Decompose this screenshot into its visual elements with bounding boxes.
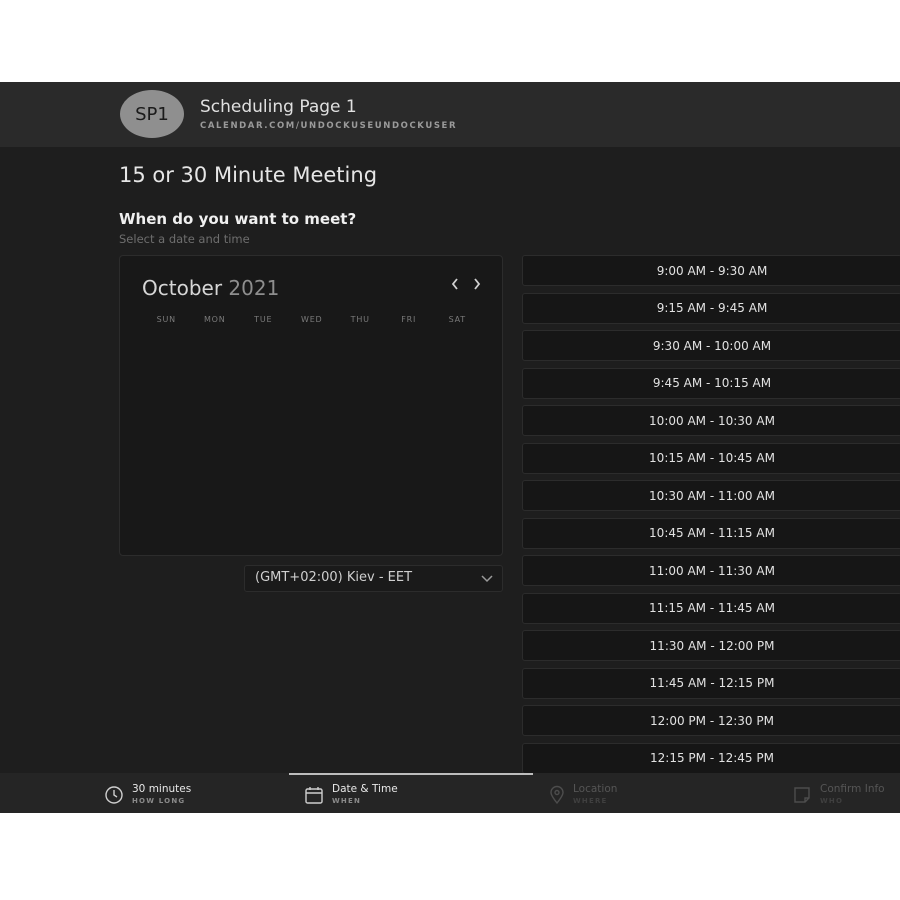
- weekday-label: WED: [300, 315, 323, 324]
- time-slot-button[interactable]: 10:30 AM - 11:00 AM: [522, 480, 900, 511]
- step-confirm-info[interactable]: Confirm Info WHO: [790, 773, 900, 813]
- step-navigation-bar: 30 minutes HOW LONG Date & Time WHEN Loc…: [0, 773, 900, 813]
- time-slot-button[interactable]: 10:45 AM - 11:15 AM: [522, 517, 900, 549]
- step-sublabel: HOW LONG: [132, 797, 186, 805]
- weekday-label: SUN: [156, 315, 176, 324]
- chevron-down-icon: [480, 572, 494, 586]
- scheduling-page-title: Scheduling Page 1: [200, 97, 357, 117]
- time-slot-button[interactable]: 11:45 AM - 12:15 PM: [522, 667, 900, 699]
- date-picker-calendar: October 2021 SUN MON TUE WED THU FRI SAT: [119, 255, 503, 556]
- time-slot-button[interactable]: 10:15 AM - 10:45 AM: [522, 442, 900, 474]
- weekday-header-row: SUN MON TUE WED THU FRI SAT: [142, 315, 482, 324]
- scheduling-page-url[interactable]: CALENDAR.COM/UNDOCKUSEUNDOCKUSER: [200, 121, 457, 131]
- weekday-label: TUE: [254, 315, 273, 324]
- weekday-label: FRI: [401, 315, 417, 324]
- time-slot-button[interactable]: 11:15 AM - 11:45 AM: [522, 592, 900, 624]
- timezone-value: (GMT+02:00) Kiev - EET: [255, 570, 413, 585]
- step-duration[interactable]: 30 minutes HOW LONG: [100, 773, 280, 813]
- chevron-right-icon[interactable]: [472, 276, 482, 295]
- step-sublabel: WHO: [820, 797, 844, 805]
- avatar: SP1: [120, 90, 184, 138]
- section-title: When do you want to meet?: [119, 210, 357, 228]
- time-slot-button[interactable]: 11:00 AM - 11:30 AM: [522, 555, 900, 586]
- step-location[interactable]: Location WHERE: [545, 773, 745, 813]
- step-label: 30 minutes: [132, 783, 192, 795]
- map-pin-icon: [547, 785, 567, 805]
- calendar-month-year: October 2021: [142, 276, 279, 300]
- chevron-left-icon[interactable]: [450, 276, 460, 295]
- step-label: Confirm Info: [820, 783, 885, 795]
- step-label: Date & Time: [332, 783, 398, 795]
- time-slot-button[interactable]: 9:45 AM - 10:15 AM: [522, 367, 900, 399]
- weekday-label: SAT: [448, 315, 466, 324]
- calendar-icon: [304, 785, 324, 805]
- calendar-year: 2021: [228, 276, 280, 300]
- weekday-label: THU: [350, 315, 370, 324]
- section-subtitle: Select a date and time: [119, 232, 250, 246]
- note-icon: [792, 785, 812, 805]
- timezone-select[interactable]: (GMT+02:00) Kiev - EET: [244, 565, 503, 592]
- weekday-label: MON: [203, 315, 226, 324]
- step-sublabel: WHEN: [332, 797, 362, 805]
- time-slot-list[interactable]: 9:00 AM - 9:30 AM 9:15 AM - 9:45 AM 9:30…: [522, 255, 900, 773]
- time-slot-button[interactable]: 9:00 AM - 9:30 AM: [522, 255, 900, 286]
- time-slot-button[interactable]: 11:30 AM - 12:00 PM: [522, 630, 900, 661]
- calendar-month: October: [142, 276, 223, 300]
- time-slot-button[interactable]: 12:00 PM - 12:30 PM: [522, 705, 900, 736]
- time-slot-button[interactable]: 10:00 AM - 10:30 AM: [522, 405, 900, 436]
- step-date-time[interactable]: Date & Time WHEN: [300, 773, 500, 813]
- time-slot-button[interactable]: 12:15 PM - 12:45 PM: [522, 742, 900, 773]
- page-header: SP1 Scheduling Page 1 CALENDAR.COM/UNDOC…: [0, 82, 900, 147]
- time-slot-button[interactable]: 9:30 AM - 10:00 AM: [522, 330, 900, 361]
- step-sublabel: WHERE: [573, 797, 608, 805]
- time-slot-button[interactable]: 9:15 AM - 9:45 AM: [522, 292, 900, 324]
- meeting-title: 15 or 30 Minute Meeting: [119, 163, 378, 187]
- clock-icon: [104, 785, 124, 805]
- step-label: Location: [573, 783, 618, 795]
- scheduling-app: SP1 Scheduling Page 1 CALENDAR.COM/UNDOC…: [0, 82, 900, 813]
